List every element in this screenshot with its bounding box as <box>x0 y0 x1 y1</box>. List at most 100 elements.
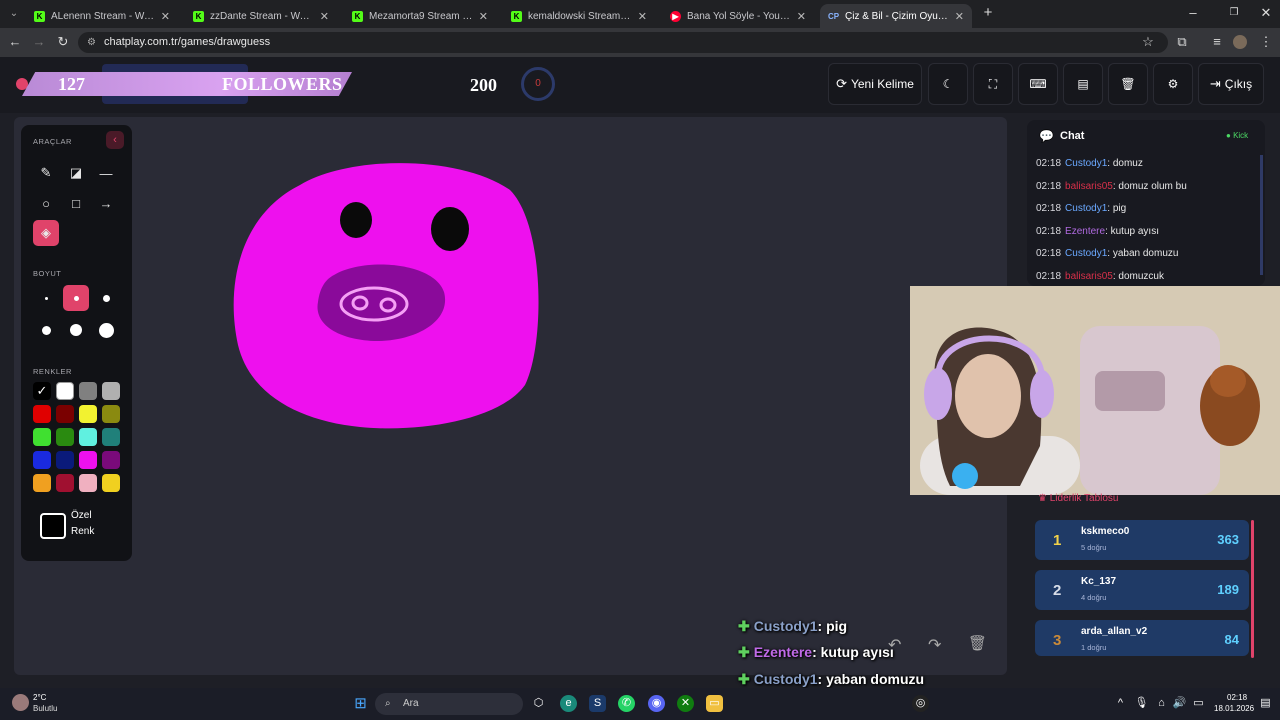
color-swatch[interactable] <box>79 474 97 492</box>
new-word-button[interactable]: ⟳ Yeni Kelime <box>828 63 922 105</box>
edge-icon[interactable]: e <box>560 695 577 712</box>
maximize-icon[interactable]: ❐ <box>1226 5 1242 21</box>
leaderboard-scrollbar[interactable] <box>1251 520 1254 658</box>
color-swatch[interactable] <box>102 382 120 400</box>
redo-button[interactable]: ↷ <box>928 635 941 655</box>
chat-text: : domuzcuk <box>1112 271 1164 282</box>
battery-icon[interactable]: ▭ <box>1190 695 1207 712</box>
color-swatch[interactable]: ✓ <box>33 382 51 400</box>
chat-username[interactable]: Ezentere <box>1065 226 1105 237</box>
tab-close-icon[interactable]: ✕ <box>320 10 329 23</box>
volume-icon[interactable]: 🔊 <box>1171 695 1188 712</box>
clock-time[interactable]: 02:18 <box>1227 693 1247 702</box>
steam-icon[interactable]: S <box>589 695 606 712</box>
url-field[interactable]: ⚙ chatplay.com.tr/games/drawguess <box>78 32 1168 53</box>
site-info-icon[interactable]: ⚙ <box>87 32 96 53</box>
browser-tab[interactable]: ▶ Bana Yol Söyle - YouTube M ✕ <box>662 4 814 28</box>
color-swatch[interactable] <box>102 428 120 446</box>
forward-icon[interactable]: → <box>31 34 47 50</box>
fill-tool[interactable]: ◈ <box>33 220 59 246</box>
new-tab-button[interactable]: + <box>980 5 996 21</box>
size-option-3[interactable] <box>93 285 119 311</box>
color-swatch[interactable] <box>102 474 120 492</box>
tab-close-icon[interactable]: ✕ <box>955 10 964 23</box>
color-swatch[interactable] <box>33 474 51 492</box>
network-icon[interactable]: ⌂ <box>1153 695 1170 712</box>
chat-username[interactable]: Custody1 <box>1065 203 1107 214</box>
color-swatch[interactable] <box>33 405 51 423</box>
color-swatch[interactable] <box>79 428 97 446</box>
obs-icon[interactable]: ◎ <box>912 695 929 712</box>
tab-close-icon[interactable]: ✕ <box>638 10 647 23</box>
settings-button[interactable]: ⚙ <box>1153 63 1193 105</box>
color-swatch[interactable] <box>33 451 51 469</box>
bookmark-star-icon[interactable]: ☆ <box>1140 34 1156 50</box>
browser-tab[interactable]: CP Çiz & Bil - Çizim Oyunu ✕ <box>820 4 972 28</box>
brush-tool[interactable]: ✎ <box>33 160 59 186</box>
clock-date[interactable]: 18.01.2026 <box>1214 704 1254 713</box>
custom-color-button[interactable] <box>40 513 66 539</box>
line-tool[interactable]: — <box>93 160 119 186</box>
drawing-canvas[interactable] <box>14 117 1007 675</box>
fullscreen-button[interactable]: ⛶ <box>973 63 1013 105</box>
browser-tab[interactable]: K ALenenn Stream - Watch Live o ✕ <box>26 4 178 28</box>
browser-menu-icon[interactable]: ⋮ <box>1258 34 1274 50</box>
chat-username[interactable]: Custody1 <box>1065 248 1107 259</box>
start-button[interactable]: ⊞ <box>352 695 369 712</box>
color-swatch[interactable] <box>102 405 120 423</box>
keyboard-button[interactable]: ⌨ <box>1018 63 1058 105</box>
color-swatch[interactable] <box>56 451 74 469</box>
rectangle-tool[interactable]: □ <box>63 190 89 216</box>
dark-mode-button[interactable]: ☾ <box>928 63 968 105</box>
archive-button[interactable]: ▤ <box>1063 63 1103 105</box>
collapse-panel-button[interactable]: ‹ <box>106 131 124 149</box>
color-swatch[interactable] <box>56 405 74 423</box>
color-swatch[interactable] <box>56 382 74 400</box>
color-swatch[interactable] <box>79 382 97 400</box>
chat-username[interactable]: balisaris05 <box>1065 181 1113 192</box>
size-option-6[interactable] <box>93 317 119 343</box>
file-explorer-icon[interactable]: ▭ <box>706 695 723 712</box>
minimize-icon[interactable]: – <box>1185 5 1201 21</box>
tray-chevron-icon[interactable]: ^ <box>1112 695 1129 712</box>
exit-button[interactable]: ⇥ Çıkış <box>1198 63 1264 105</box>
chat-username[interactable]: balisaris05 <box>1065 271 1113 282</box>
circle-tool[interactable]: ○ <box>33 190 59 216</box>
color-swatch[interactable] <box>79 405 97 423</box>
browser-tab[interactable]: Kkemaldowski Stream - Watch Li ✕ <box>503 4 655 28</box>
chat-username[interactable]: Custody1 <box>1065 158 1107 169</box>
clear-canvas-button[interactable]: 🗑 <box>968 634 987 652</box>
reload-icon[interactable]: ↻ <box>55 34 71 50</box>
color-swatch[interactable] <box>79 451 97 469</box>
reading-list-icon[interactable]: ≡ <box>1209 34 1225 50</box>
arrow-tool[interactable]: → <box>93 190 119 216</box>
tab-close-icon[interactable]: ✕ <box>161 10 170 23</box>
task-view-icon[interactable]: ⬡ <box>530 695 547 712</box>
close-window-icon[interactable]: ✕ <box>1258 5 1274 21</box>
size-option-5[interactable] <box>63 317 89 343</box>
back-icon[interactable]: ← <box>7 34 23 50</box>
discord-icon[interactable]: ◉ <box>648 695 665 712</box>
microphone-icon[interactable]: 🎙 <box>1133 695 1150 712</box>
chat-scrollbar[interactable] <box>1260 155 1263 275</box>
size-option-4[interactable] <box>33 317 59 343</box>
profile-avatar[interactable] <box>1233 35 1247 49</box>
tab-close-icon[interactable]: ✕ <box>797 10 806 23</box>
size-option-1[interactable] <box>33 285 59 311</box>
whatsapp-icon[interactable]: ✆ <box>618 695 635 712</box>
color-swatch[interactable] <box>102 451 120 469</box>
clear-button[interactable]: 🗑 <box>1108 63 1148 105</box>
eraser-tool[interactable]: ◪ <box>63 160 89 186</box>
xbox-icon[interactable]: ✕ <box>677 695 694 712</box>
tab-close-icon[interactable]: ✕ <box>479 10 488 23</box>
tab-search-icon[interactable]: ⌄ <box>6 6 22 22</box>
color-swatch[interactable] <box>56 474 74 492</box>
taskbar-search[interactable]: ⌕ Ara <box>375 693 523 715</box>
extensions-icon[interactable]: ⧉ <box>1174 34 1190 50</box>
color-swatch[interactable] <box>33 428 51 446</box>
color-swatch[interactable] <box>56 428 74 446</box>
size-option-2[interactable] <box>63 285 89 311</box>
notifications-icon[interactable]: ▤ <box>1257 695 1274 712</box>
browser-tab[interactable]: KzzDante Stream - Watch Live o ✕ <box>185 4 337 28</box>
browser-tab[interactable]: K Mezamorta9 Stream - Watch Li ✕ <box>344 4 496 28</box>
